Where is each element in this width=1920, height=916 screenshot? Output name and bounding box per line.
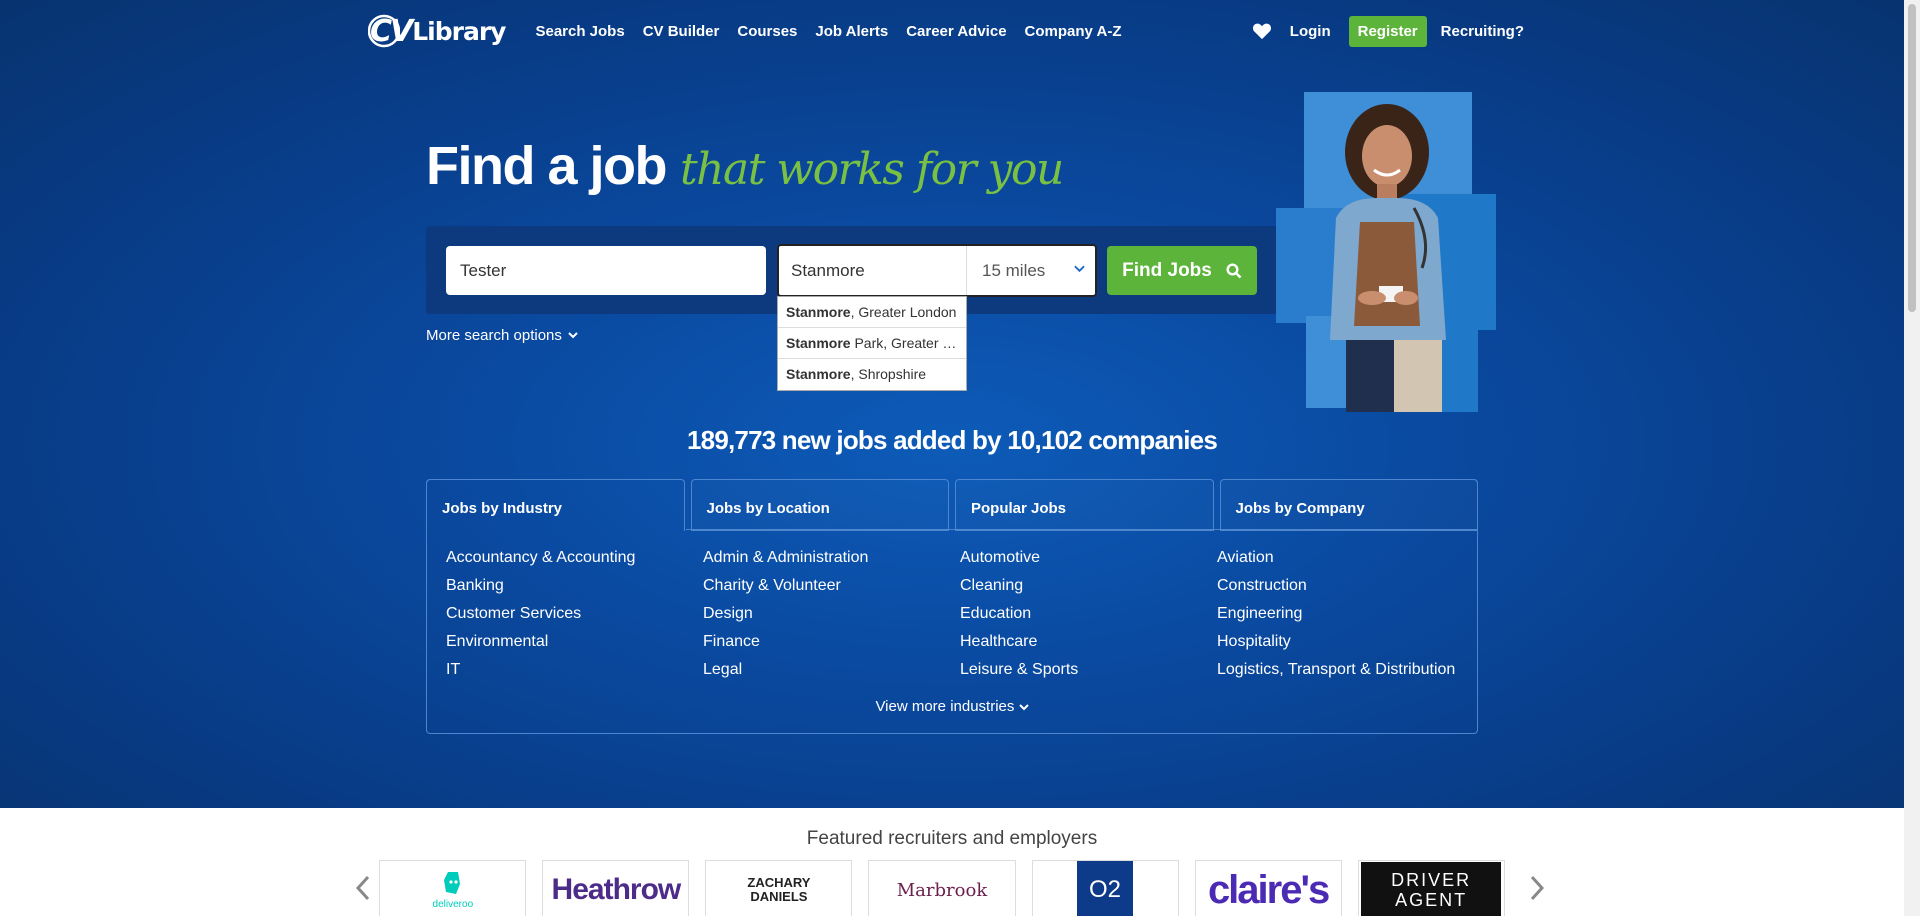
nav-company-a-z[interactable]: Company A-Z bbox=[1025, 23, 1122, 40]
logo-text: O2 bbox=[1089, 876, 1122, 903]
industry-links-grid: Accountancy & Accounting Admin & Adminis… bbox=[446, 549, 1466, 679]
deliveroo-kangaroo-icon bbox=[443, 872, 460, 894]
keywords-input[interactable] bbox=[446, 246, 766, 295]
browse-tabs: Jobs by Industry Jobs by Location Popula… bbox=[426, 479, 1478, 531]
industry-link[interactable]: Admin & Administration bbox=[703, 549, 960, 567]
employer-logo-zachary-daniels[interactable]: ZACHARY DANIELS bbox=[705, 860, 853, 916]
industry-link[interactable]: Logistics, Transport & Distribution bbox=[1217, 661, 1474, 679]
logo-text: DRIVER AGENT bbox=[1391, 870, 1472, 910]
view-more-label: View more industries bbox=[875, 698, 1015, 715]
featured-employers-section: Featured recruiters and employers delive… bbox=[0, 808, 1904, 916]
industry-link[interactable]: Accountancy & Accounting bbox=[446, 549, 703, 567]
more-search-options[interactable]: More search options bbox=[426, 327, 578, 344]
jobs-stats-heading: 189,773 new jobs added by 10,102 compani… bbox=[687, 425, 1218, 455]
employer-logo-heathrow[interactable]: Heathrow bbox=[542, 860, 690, 916]
chevron-right-icon bbox=[1531, 875, 1545, 901]
industry-link[interactable]: Healthcare bbox=[960, 633, 1217, 651]
heart-icon[interactable] bbox=[1252, 22, 1272, 40]
nav-account-area: Login Register Recruiting? bbox=[1252, 15, 1524, 47]
nav-career-advice[interactable]: Career Advice bbox=[906, 23, 1006, 40]
industry-link[interactable]: Banking bbox=[446, 577, 703, 595]
hero-person-image bbox=[1276, 92, 1496, 412]
logo-text: ZACHARY DANIELS bbox=[747, 875, 811, 904]
carousel-prev-button[interactable] bbox=[346, 860, 379, 916]
autocomplete-option[interactable]: Stanmore Park, Greater London bbox=[778, 328, 966, 359]
autocomplete-option[interactable]: Stanmore, Shropshire bbox=[778, 359, 966, 390]
scrollbar-thumb[interactable] bbox=[1908, 4, 1916, 312]
search-icon bbox=[1226, 262, 1242, 278]
tab-jobs-by-company[interactable]: Jobs by Company bbox=[1219, 479, 1478, 531]
employer-logo-deliveroo[interactable]: deliveroo bbox=[379, 860, 527, 916]
industry-link[interactable]: Education bbox=[960, 605, 1217, 623]
employer-logo-driver-agent[interactable]: DRIVER AGENT bbox=[1357, 860, 1505, 916]
industry-link[interactable]: Hospitality bbox=[1217, 633, 1474, 651]
radius-select[interactable]: 15 miles bbox=[968, 246, 1095, 295]
view-more-industries[interactable]: View more industries bbox=[0, 698, 1904, 715]
location-input[interactable] bbox=[779, 246, 967, 295]
industry-link[interactable]: Design bbox=[703, 605, 960, 623]
location-field-group: 15 miles bbox=[777, 244, 1097, 297]
logo-cv-text: CV bbox=[370, 13, 413, 49]
logo-text: Marbrook bbox=[896, 879, 988, 901]
nav-job-alerts[interactable]: Job Alerts bbox=[815, 23, 888, 40]
industry-link[interactable]: Environmental bbox=[446, 633, 703, 651]
page-headline: Find a job that works for you bbox=[426, 135, 1064, 197]
employer-logo-o2[interactable]: O2 bbox=[1031, 860, 1179, 916]
nav-courses[interactable]: Courses bbox=[737, 23, 797, 40]
industry-link[interactable]: IT bbox=[446, 661, 703, 679]
headline-main: Find a job bbox=[426, 136, 667, 196]
top-nav: CV Library Search Jobs CV Builder Course… bbox=[368, 8, 1524, 54]
tab-jobs-by-industry[interactable]: Jobs by Industry bbox=[426, 479, 685, 531]
find-jobs-button[interactable]: Find Jobs bbox=[1107, 246, 1257, 295]
cv-library-logo[interactable]: CV Library bbox=[368, 8, 506, 54]
radius-value: 15 miles bbox=[982, 260, 1046, 280]
chevron-down-icon bbox=[1074, 265, 1085, 273]
chevron-left-icon bbox=[355, 875, 369, 901]
industry-link[interactable]: Leisure & Sports bbox=[960, 661, 1217, 679]
chevron-down-icon bbox=[1018, 704, 1029, 711]
find-jobs-label: Find Jobs bbox=[1122, 259, 1212, 281]
more-search-options-label: More search options bbox=[426, 327, 562, 344]
chevron-down-icon bbox=[568, 332, 578, 339]
industry-link[interactable]: Automotive bbox=[960, 549, 1217, 567]
tab-jobs-by-location[interactable]: Jobs by Location bbox=[690, 479, 949, 531]
recruiting-link[interactable]: Recruiting? bbox=[1441, 23, 1524, 40]
register-button[interactable]: Register bbox=[1348, 15, 1427, 47]
nav-cv-builder[interactable]: CV Builder bbox=[643, 23, 720, 40]
industry-link[interactable]: Legal bbox=[703, 661, 960, 679]
page-scrollbar[interactable] bbox=[1904, 0, 1920, 916]
industry-link[interactable]: Charity & Volunteer bbox=[703, 577, 960, 595]
main-nav-links: Search Jobs CV Builder Courses Job Alert… bbox=[535, 23, 1139, 40]
employer-logo-marbrook[interactable]: Marbrook bbox=[868, 860, 1016, 916]
logo-library-text: Library bbox=[412, 16, 506, 46]
carousel-next-button[interactable] bbox=[1521, 860, 1554, 916]
industry-link[interactable]: Finance bbox=[703, 633, 960, 651]
logo-text: deliveroo bbox=[432, 899, 474, 910]
location-autocomplete: Stanmore, Greater London Stanmore Park, … bbox=[777, 296, 967, 391]
employer-logo-claires[interactable]: claire's bbox=[1194, 860, 1342, 916]
industry-link[interactable]: Customer Services bbox=[446, 605, 703, 623]
headline-accent: that works for you bbox=[679, 144, 1064, 195]
autocomplete-option[interactable]: Stanmore, Greater London bbox=[778, 297, 966, 328]
featured-title: Featured recruiters and employers bbox=[806, 828, 1098, 849]
industry-link[interactable]: Engineering bbox=[1217, 605, 1474, 623]
industry-link[interactable]: Construction bbox=[1217, 577, 1474, 595]
industry-link[interactable]: Cleaning bbox=[960, 577, 1217, 595]
featured-logos-carousel: deliveroo Heathrow ZACHARY DANIELS Marbr… bbox=[346, 860, 1554, 916]
logo-text: Heathrow bbox=[551, 873, 682, 906]
nav-search-jobs[interactable]: Search Jobs bbox=[535, 23, 624, 40]
login-link[interactable]: Login bbox=[1290, 23, 1331, 40]
industry-link[interactable]: Aviation bbox=[1217, 549, 1474, 567]
logo-text: claire's bbox=[1207, 867, 1330, 912]
tab-popular-jobs[interactable]: Popular Jobs bbox=[955, 479, 1214, 531]
